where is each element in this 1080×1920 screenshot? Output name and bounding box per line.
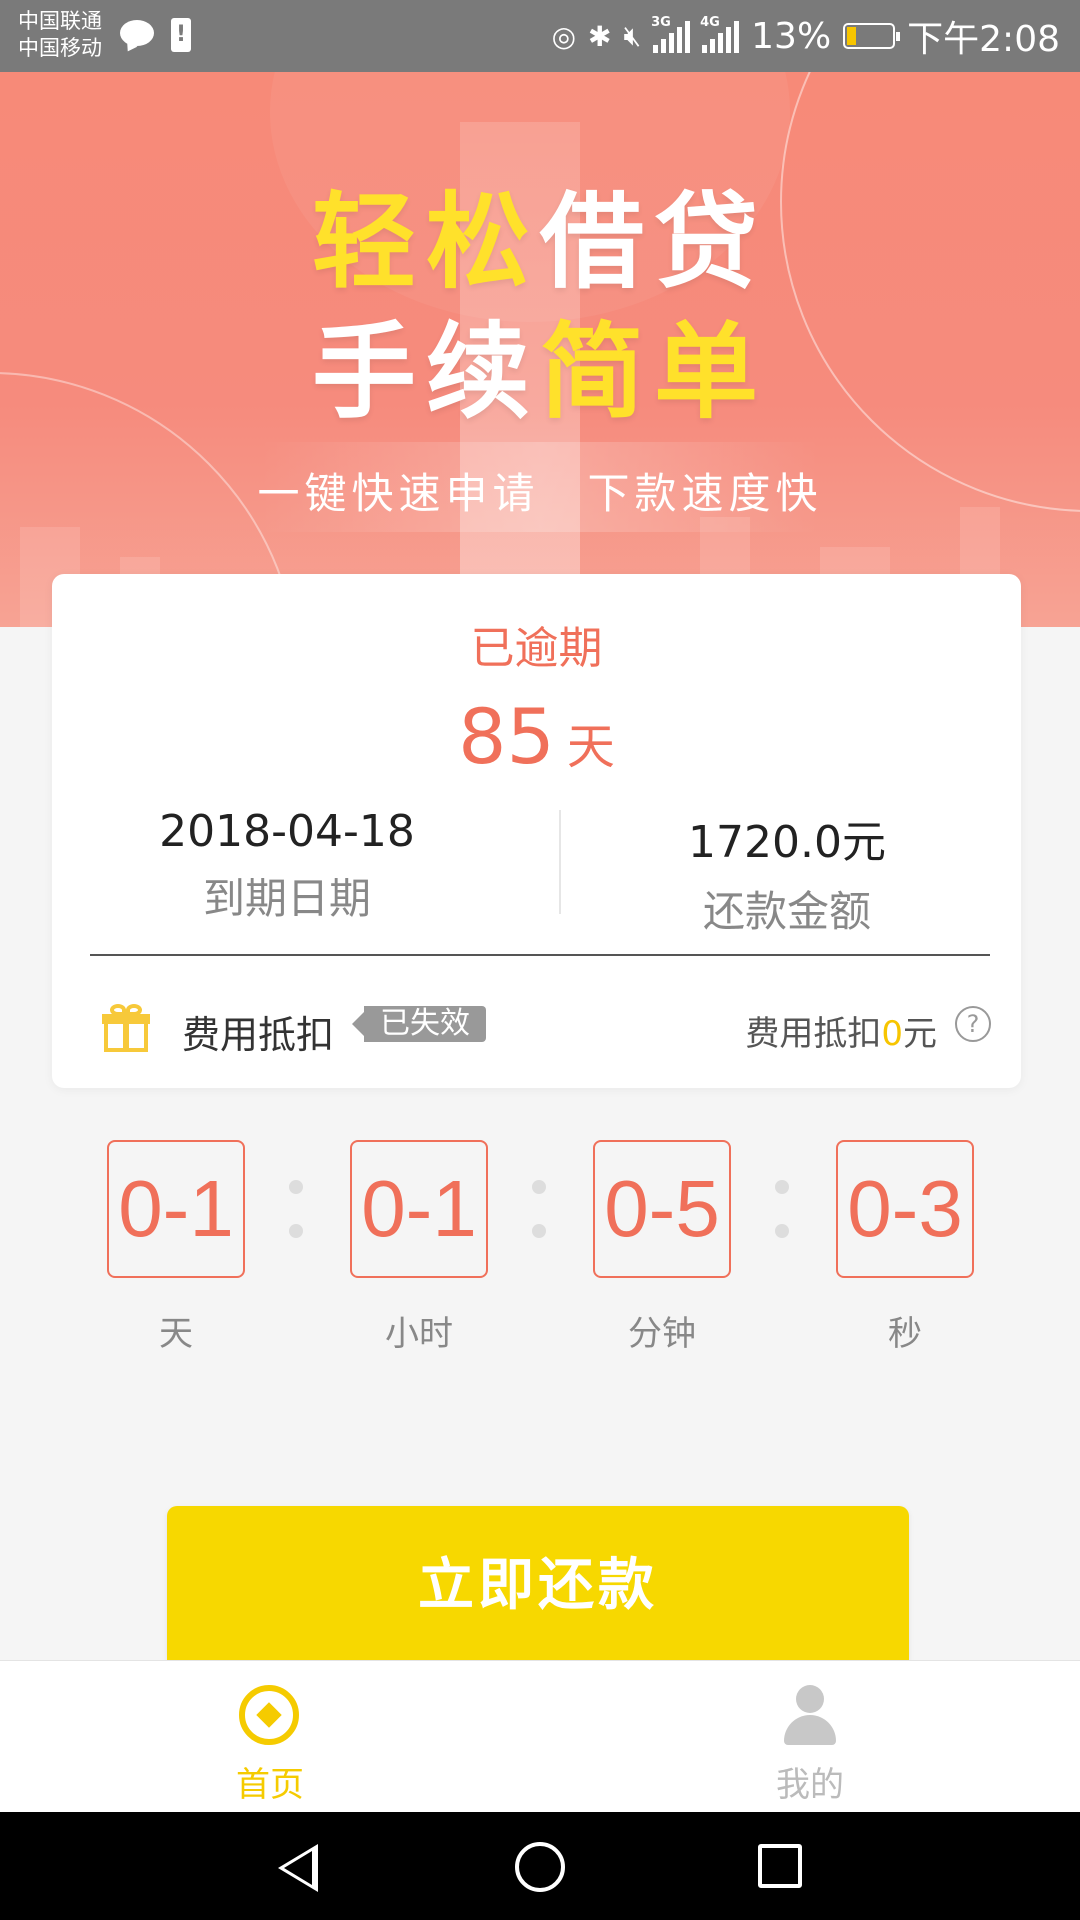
due-date-label: 到期日期 [202,874,371,923]
gift-icon [102,1004,150,1052]
slogan-line-2: 手续简单 [311,311,769,433]
tab-mine[interactable]: 我的 [660,1661,960,1813]
due-date-block: 2018-04-18 到期日期 [52,806,522,926]
countdown-seconds-label: 秒 [888,1314,922,1354]
signal-4g-icon: 4G [700,15,740,53]
tab-home[interactable]: 首页 [120,1661,420,1813]
repay-amount-value: 1720.0元 [688,817,886,868]
carrier-1: 中国联通 [18,9,102,33]
carrier-info: 中国联通 中国移动 [18,8,102,62]
tab-mine-label: 我的 [776,1765,844,1805]
countdown-minutes: 0-5 [593,1140,731,1278]
tab-home-label: 首页 [236,1765,304,1805]
repay-now-button[interactable]: 立即还款 [167,1506,909,1660]
countdown-minutes-label: 分钟 [628,1314,696,1354]
status-right: ◎ ✱ 🔇︎ 3G 4G 13% 下午2:08 [552,0,1060,72]
battery-percent: 13% [751,15,832,57]
overdue-days-unit: 天 [566,719,615,775]
message-icon [120,20,154,46]
home-coin-icon [239,1685,299,1745]
countdown-hours-label: 小时 [385,1314,453,1354]
countdown-hours: 0-1 [350,1140,488,1278]
countdown-days: 0-1 [107,1140,245,1278]
clock: 下午2:08 [907,19,1060,60]
bluetooth-icon: ✱ [588,19,612,53]
bottom-tab-bar: 首页 我的 [0,1660,1080,1812]
overdue-status: 已逾期 [470,623,603,674]
due-date-value: 2018-04-18 [159,806,415,857]
overdue-days-value: 85 [458,692,555,781]
fee-deduction-label: 费用抵扣 [182,1013,335,1057]
status-bar: 中国联通 中国移动 ! ◎ ✱ 🔇︎ 3G 4G 13% 下午2:08 [0,0,1080,72]
battery-icon [843,23,901,49]
hero-subtitle: 一键快速申请 下款速度快 [257,469,823,518]
slogan-line-1: 轻松借贷 [311,181,769,303]
countdown-separator [289,1180,303,1240]
carrier-2: 中国移动 [18,36,102,60]
countdown-seconds: 0-3 [836,1140,974,1278]
overdue-days: 85 天 [52,692,1021,781]
hero-banner: 轻松借贷 手续简单 一键快速申请 下款速度快 [0,72,1080,627]
home-circle-icon[interactable] [515,1842,565,1892]
card-divider [90,954,990,956]
signal-3g-icon: 3G [651,15,691,53]
fee-deduction-amount: 费用抵扣0元 [745,1014,937,1054]
alert-icon: ! [171,18,191,52]
repay-amount-label: 还款金额 [702,887,871,936]
system-nav-bar [0,1812,1080,1920]
repay-amount-block: 1720.0元 还款金额 [552,806,1022,939]
countdown-separator [532,1180,546,1240]
user-icon [784,1685,836,1745]
expired-badge: 已失效 [352,1006,486,1042]
mute-icon: 🔇︎ [623,19,642,52]
recent-apps-icon[interactable] [758,1844,802,1888]
hotspot-icon: ◎ [551,19,577,53]
countdown-days-label: 天 [159,1314,193,1354]
back-icon[interactable] [278,1844,318,1892]
loan-status-card: 已逾期 85 天 2018-04-18 到期日期 1720.0元 还款金额 费用抵… [52,574,1021,1088]
help-icon[interactable]: ? [955,1006,991,1042]
countdown-separator [775,1180,789,1240]
